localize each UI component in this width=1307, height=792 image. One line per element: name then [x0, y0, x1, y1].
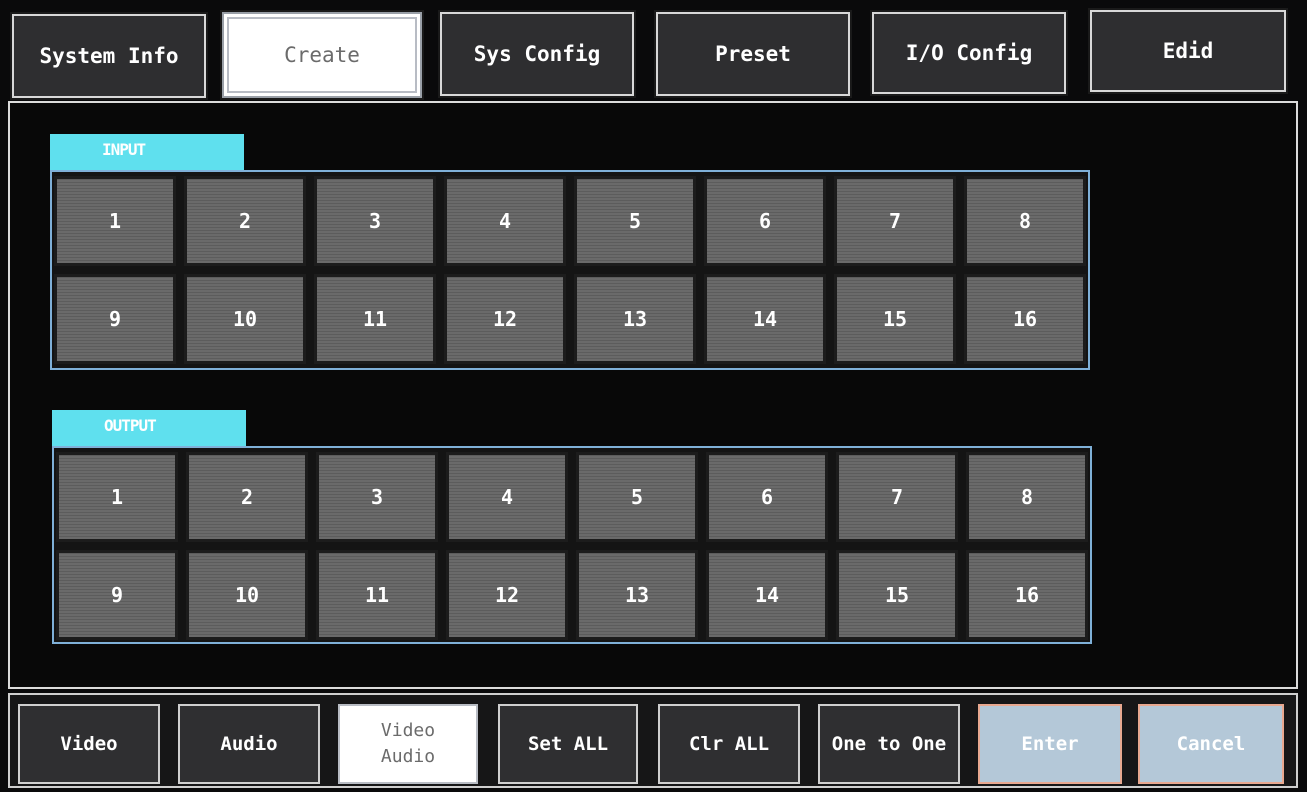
- output-channel-16[interactable]: 16: [966, 550, 1088, 640]
- one-to-one-button[interactable]: One to One: [818, 704, 960, 784]
- output-channel-10[interactable]: 10: [186, 550, 308, 640]
- video-audio-label-line2: Audio: [380, 746, 436, 767]
- output-group-label: OUTPUT: [52, 410, 246, 450]
- input-channel-12[interactable]: 12: [444, 274, 566, 364]
- cancel-button[interactable]: Cancel: [1138, 704, 1284, 784]
- input-channel-10[interactable]: 10: [184, 274, 306, 364]
- audio-button[interactable]: Audio: [178, 704, 320, 784]
- set-all-button[interactable]: Set ALL: [498, 704, 638, 784]
- output-channel-11[interactable]: 11: [316, 550, 438, 640]
- output-channel-4[interactable]: 4: [446, 452, 568, 542]
- input-channel-16[interactable]: 16: [964, 274, 1086, 364]
- tab-system-info[interactable]: System Info: [10, 12, 208, 100]
- input-channel-11[interactable]: 11: [314, 274, 436, 364]
- input-group-label: INPUT: [50, 134, 244, 174]
- tab-sys-config[interactable]: Sys Config: [438, 10, 636, 98]
- tab-create[interactable]: Create: [220, 10, 424, 100]
- input-channel-2[interactable]: 2: [184, 176, 306, 266]
- output-channel-9[interactable]: 9: [56, 550, 178, 640]
- clr-all-button[interactable]: Clr ALL: [658, 704, 800, 784]
- output-channel-6[interactable]: 6: [706, 452, 828, 542]
- input-channel-13[interactable]: 13: [574, 274, 696, 364]
- output-channel-5[interactable]: 5: [576, 452, 698, 542]
- input-channel-14[interactable]: 14: [704, 274, 826, 364]
- output-channel-13[interactable]: 13: [576, 550, 698, 640]
- tab-preset[interactable]: Preset: [654, 10, 852, 98]
- output-channel-14[interactable]: 14: [706, 550, 828, 640]
- tab-edid[interactable]: Edid: [1088, 8, 1288, 94]
- output-channel-7[interactable]: 7: [836, 452, 958, 542]
- input-channel-8[interactable]: 8: [964, 176, 1086, 266]
- output-channel-15[interactable]: 15: [836, 550, 958, 640]
- input-channel-6[interactable]: 6: [704, 176, 826, 266]
- video-button[interactable]: Video: [18, 704, 160, 784]
- input-channel-3[interactable]: 3: [314, 176, 436, 266]
- tab-io-config[interactable]: I/O Config: [870, 10, 1068, 96]
- input-channel-4[interactable]: 4: [444, 176, 566, 266]
- input-channel-1[interactable]: 1: [54, 176, 176, 266]
- output-channel-8[interactable]: 8: [966, 452, 1088, 542]
- video-audio-label-line1: Video: [380, 720, 436, 741]
- enter-button[interactable]: Enter: [978, 704, 1122, 784]
- output-channel-1[interactable]: 1: [56, 452, 178, 542]
- touch-screen: System Info Create Sys Config Preset I/O…: [0, 0, 1307, 792]
- input-channel-5[interactable]: 5: [574, 176, 696, 266]
- input-channel-15[interactable]: 15: [834, 274, 956, 364]
- output-channel-3[interactable]: 3: [316, 452, 438, 542]
- input-channel-7[interactable]: 7: [834, 176, 956, 266]
- input-channel-9[interactable]: 9: [54, 274, 176, 364]
- video-audio-button[interactable]: Video Audio: [338, 704, 478, 784]
- output-channel-12[interactable]: 12: [446, 550, 568, 640]
- output-channel-2[interactable]: 2: [186, 452, 308, 542]
